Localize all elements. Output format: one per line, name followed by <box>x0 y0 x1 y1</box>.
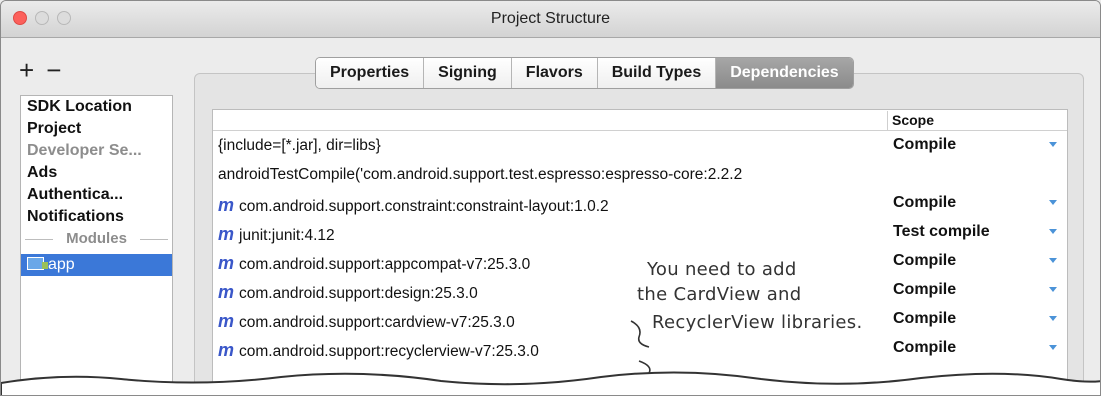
torn-edge <box>1 371 1100 395</box>
project-structure-window: Project Structure + − SDK Location Projec… <box>0 0 1101 396</box>
annotation-bracket-upper <box>630 320 650 348</box>
annotation-brackets <box>630 320 651 380</box>
